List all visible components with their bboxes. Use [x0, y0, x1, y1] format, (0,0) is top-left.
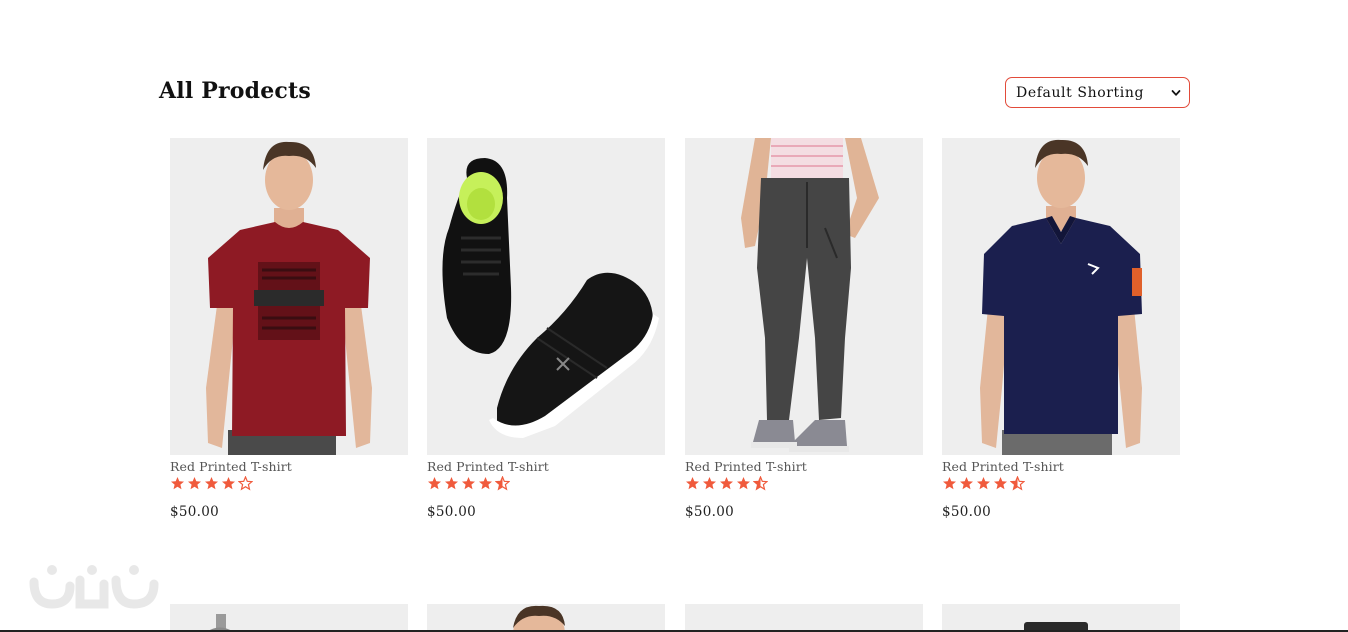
sort-selected-value: Default Shorting — [1016, 84, 1145, 101]
chevron-down-icon — [1171, 89, 1181, 96]
star-full-icon — [720, 476, 733, 489]
product-name[interactable]: Red Printed T-shirt — [685, 459, 923, 475]
product-price: $50.00 — [427, 504, 477, 520]
product-card[interactable]: Red Printed T-shirt $50.00 — [685, 138, 923, 522]
star-full-icon — [205, 476, 218, 489]
watermark-logo-icon — [29, 565, 159, 609]
product-card[interactable] — [427, 604, 665, 632]
product-price: $50.00 — [685, 504, 735, 520]
product-card[interactable]: Red Printed T-shirt $50.00 — [942, 138, 1180, 522]
product-price: $50.00 — [170, 504, 220, 520]
product-rating — [942, 475, 1180, 491]
product-image[interactable] — [942, 604, 1180, 632]
star-full-icon — [943, 476, 956, 489]
product-image-black-sneakers[interactable] — [427, 138, 665, 455]
star-full-icon — [977, 476, 990, 489]
star-full-icon — [686, 476, 699, 489]
star-full-icon — [188, 476, 201, 489]
product-card[interactable] — [685, 604, 923, 632]
product-card[interactable]: Red Printed T-shirt $50.00 — [170, 138, 408, 522]
section-title: All Prodects — [159, 78, 311, 104]
product-card[interactable] — [942, 604, 1180, 632]
star-full-icon — [462, 476, 475, 489]
star-full-icon — [428, 476, 441, 489]
page: All Prodects Default Shorting Red Printe… — [0, 0, 1348, 632]
product-name[interactable]: Red Printed T-shirt — [942, 459, 1180, 475]
product-card[interactable]: Red Printed T-shirt $50.00 — [427, 138, 665, 522]
star-full-icon — [222, 476, 235, 489]
star-full-icon — [994, 476, 1007, 489]
star-half-icon — [495, 475, 510, 490]
product-rating — [427, 475, 665, 491]
product-card[interactable] — [170, 604, 408, 632]
product-price: $50.00 — [942, 504, 992, 520]
star-full-icon — [445, 476, 458, 489]
product-name[interactable]: Red Printed T-shirt — [170, 459, 408, 475]
star-full-icon — [960, 476, 973, 489]
product-name[interactable]: Red Printed T-shirt — [427, 459, 665, 475]
product-image-man-red-tshirt[interactable] — [170, 138, 408, 455]
product-image-man-navy-polo[interactable] — [942, 138, 1180, 455]
product-image[interactable] — [685, 604, 923, 632]
star-full-icon — [479, 476, 492, 489]
star-full-icon — [171, 476, 184, 489]
sort-select[interactable]: Default Shorting — [1005, 77, 1190, 108]
product-rating — [685, 475, 923, 491]
star-full-icon — [737, 476, 750, 489]
star-half-icon — [1010, 475, 1025, 490]
star-half-icon — [753, 475, 768, 490]
product-image[interactable] — [170, 604, 408, 632]
star-full-icon — [703, 476, 716, 489]
product-image[interactable] — [427, 604, 665, 632]
product-rating — [170, 475, 408, 491]
star-empty-icon — [238, 475, 253, 490]
products-header: All Prodects Default Shorting — [159, 76, 1190, 110]
product-image-grey-joggers[interactable] — [685, 138, 923, 455]
